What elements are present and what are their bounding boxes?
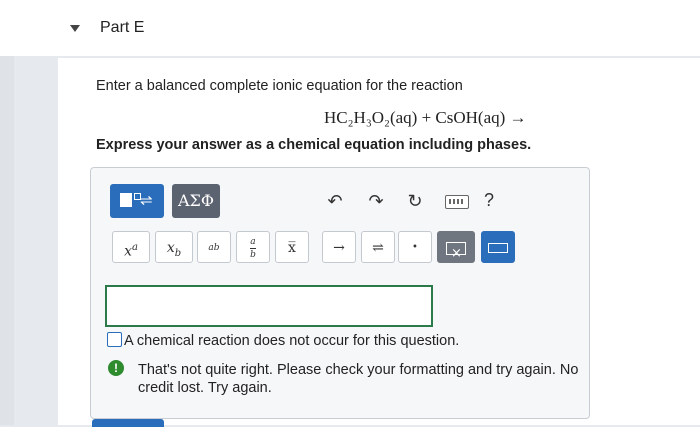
template-arrow-icon: ⇌ (140, 192, 153, 209)
redo-icon[interactable]: ↷ (364, 188, 388, 214)
template-box-icon (120, 193, 132, 207)
answer-instruction: Express your answer as a chemical equati… (96, 137, 532, 153)
left-strip (0, 0, 14, 425)
collapse-caret-icon[interactable] (70, 25, 80, 32)
bar-fraction-key[interactable]: ab (236, 231, 270, 263)
feedback-message: That's not quite right. Please check you… (138, 362, 579, 396)
dot-key[interactable]: • (398, 231, 432, 263)
vector-key[interactable]: x̅ (275, 231, 309, 263)
subscript-key[interactable]: xb (155, 231, 193, 263)
keyboard-toggle-icon (488, 243, 508, 253)
part-title: Part E (100, 19, 145, 36)
alert-icon: ! (108, 360, 124, 376)
bar-fraction-den: b (250, 249, 256, 260)
subscript-base: x (166, 240, 175, 256)
no-reaction-label: A chemical reaction does not occur for t… (124, 333, 460, 349)
fraction-key[interactable]: ab (197, 231, 231, 263)
greek-symbols-button[interactable]: ΑΣΦ (172, 184, 220, 218)
bar-fraction-num: a (250, 236, 256, 247)
no-reaction-option[interactable]: A chemical reaction does not occur for t… (107, 332, 459, 349)
question-prompt: Enter a balanced complete ionic equation… (96, 78, 463, 94)
fraction-den: b (213, 243, 220, 253)
superscript-base: x (124, 243, 132, 260)
submit-button[interactable] (92, 419, 164, 427)
backspace-icon (446, 238, 466, 270)
backspace-key[interactable] (437, 231, 475, 270)
superscript-key[interactable]: xa (112, 231, 150, 263)
undo-icon[interactable]: ↶ (323, 188, 347, 214)
subscript-sub: b (174, 247, 182, 259)
reaction-arrow-key[interactable]: → (322, 231, 356, 263)
reaction-equation: HC₂H₃O₂(aq) + CsOH(aq) → (324, 108, 527, 127)
templates-button[interactable]: ⇌ (110, 184, 164, 218)
equilibrium-arrow-key[interactable]: ⇌ (361, 231, 395, 263)
show-keyboard-key[interactable] (481, 231, 515, 263)
part-header[interactable]: Part E (0, 0, 700, 56)
superscript-exp: a (131, 242, 138, 253)
answer-input[interactable] (105, 285, 433, 327)
reset-icon[interactable]: ↻ (403, 188, 427, 214)
keyboard-icon[interactable] (445, 195, 469, 209)
help-icon[interactable]: ? (484, 190, 494, 211)
no-reaction-checkbox[interactable] (107, 332, 122, 347)
